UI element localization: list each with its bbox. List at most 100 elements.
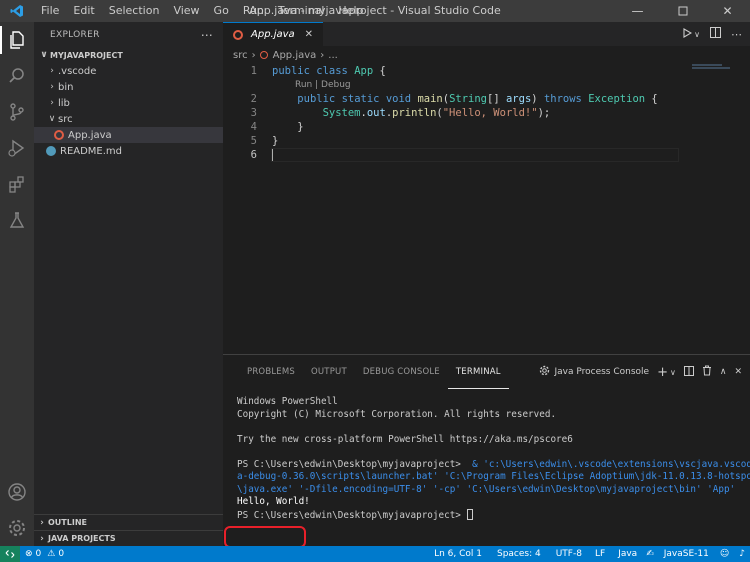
run-dropdown-chevron-icon[interactable]: ∨ — [694, 30, 700, 39]
line-number: 6 — [250, 149, 257, 161]
java-projects-section[interactable]: › JAVA PROJECTS — [34, 530, 223, 546]
tree-item-app-java[interactable]: App.java — [34, 127, 223, 143]
breadcrumb-src[interactable]: src — [233, 50, 248, 61]
close-tab-icon[interactable]: ✕ — [305, 29, 313, 40]
code-line-current: 6 — [223, 148, 750, 162]
menu-file[interactable]: File — [34, 0, 66, 22]
more-actions-icon[interactable]: ⋯ — [201, 28, 213, 42]
terminal-command: & 'c:\Users\edwin\.vscode\extensions\vsc… — [466, 458, 750, 470]
tree-item-label: README.md — [60, 145, 123, 157]
menu-go[interactable]: Go — [207, 0, 236, 22]
terminal-prompt: PS C:\Users\edwin\Desktop\myjavaproject> — [237, 458, 467, 470]
source-control-icon[interactable] — [0, 94, 34, 130]
terminal-output[interactable]: Windows PowerShell Copyright (C) Microso… — [223, 389, 750, 548]
tree-item-vscode[interactable]: › .vscode — [34, 63, 223, 79]
tab-app-java[interactable]: App.java ✕ — [223, 22, 324, 46]
code-text: } — [257, 120, 303, 134]
terminal-dropdown-chevron-icon[interactable]: ∨ — [670, 368, 676, 377]
run-debug-icon[interactable] — [0, 130, 34, 166]
line-number: 2 — [250, 93, 257, 105]
minimize-icon[interactable]: — — [615, 0, 660, 22]
encoding[interactable]: UTF-8 — [551, 549, 590, 559]
menu-view[interactable]: View — [166, 0, 206, 22]
status-bar: ⊗ 0 ⚠ 0 Ln 6, Col 1 Spaces: 4 UTF-8 LF J… — [0, 546, 750, 562]
end-of-line[interactable]: LF — [590, 549, 613, 559]
breadcrumb-file[interactable]: App.java — [273, 50, 317, 61]
code-text: public class App { — [257, 64, 386, 78]
run-play-icon[interactable] — [682, 27, 693, 41]
chevron-right-icon: › — [40, 517, 44, 528]
chevron-right-icon: › — [50, 82, 54, 92]
menu-selection[interactable]: Selection — [102, 0, 167, 22]
terminal-line: \java.exe' '-Dfile.encoding=UTF-8' '-cp'… — [237, 483, 736, 495]
status-bar-right: Ln 6, Col 1 Spaces: 4 UTF-8 LF Java ✍ Ja… — [429, 546, 750, 562]
tab-problems[interactable]: PROBLEMS — [239, 355, 303, 389]
token: ) — [531, 93, 544, 105]
tree-item-readme[interactable]: README.md — [34, 143, 223, 159]
menu-terminal[interactable]: Terminal — [271, 0, 332, 22]
search-icon[interactable] — [0, 58, 34, 94]
maximize-icon[interactable] — [660, 0, 705, 22]
account-icon[interactable] — [0, 474, 34, 510]
split-editor-icon[interactable] — [710, 27, 721, 41]
extensions-icon[interactable] — [0, 166, 34, 202]
minimap[interactable] — [692, 64, 734, 76]
maximize-panel-icon[interactable]: ∧ — [720, 367, 727, 377]
tree-item-label: lib — [58, 97, 70, 109]
project-section-header[interactable]: ∨ MYJAVAPROJECT — [34, 47, 223, 63]
token: "Hello, World!" — [442, 107, 538, 119]
notifications-bell-icon[interactable]: ♪ — [734, 549, 750, 559]
feedback-icon[interactable]: ☺ — [715, 549, 734, 559]
language-mode[interactable]: Java — [613, 549, 641, 559]
kill-terminal-trash-icon[interactable] — [702, 365, 712, 379]
sync-icon[interactable]: ✍ — [641, 549, 659, 559]
editor-tabs: App.java ✕ ∨ ⋯ — [223, 22, 750, 46]
java-version[interactable]: JavaSE-11 — [659, 549, 715, 559]
split-terminal-icon[interactable] — [683, 365, 694, 379]
project-name: MYJAVAPROJECT — [50, 50, 123, 60]
tree-item-lib[interactable]: › lib — [34, 95, 223, 111]
close-panel-icon[interactable]: ✕ — [734, 367, 742, 377]
window-controls: — ✕ — [615, 0, 750, 22]
warning-icon: ⚠ — [47, 549, 56, 559]
menu-help[interactable]: Help — [331, 0, 370, 22]
tab-terminal[interactable]: TERMINAL — [447, 355, 509, 389]
settings-gear-icon[interactable] — [0, 510, 34, 546]
chevron-right-icon: › — [40, 533, 44, 544]
cursor-position[interactable]: Ln 6, Col 1 — [429, 549, 492, 559]
outline-section[interactable]: › OUTLINE — [34, 514, 223, 530]
terminal-name[interactable]: Java Process Console — [554, 367, 649, 377]
tree-item-label: bin — [58, 81, 74, 93]
problems-status[interactable]: ⊗ 0 ⚠ 0 — [20, 549, 69, 559]
token: { — [645, 93, 658, 105]
code-editor[interactable]: 1 public class App { Run | Debug 2 publi… — [223, 64, 750, 162]
tab-debug-console[interactable]: DEBUG CONSOLE — [355, 355, 448, 389]
explorer-icon[interactable] — [0, 22, 34, 58]
menu-run[interactable]: Run — [236, 0, 271, 22]
terminal-gear-icon — [539, 365, 550, 379]
breadcrumb: src › App.java › ... — [223, 46, 750, 64]
remote-indicator-icon[interactable] — [0, 546, 20, 562]
panel-actions: Java Process Console + ∨ ∧ ✕ — [539, 355, 742, 389]
tab-output[interactable]: OUTPUT — [303, 355, 355, 389]
code-line: 2 public static void main(String[] args)… — [223, 92, 750, 106]
minimap-line — [692, 67, 730, 69]
testing-flask-icon[interactable] — [0, 202, 34, 238]
codelens-run-debug[interactable]: Run | Debug — [223, 78, 750, 92]
close-icon[interactable]: ✕ — [705, 0, 750, 22]
title-bar: File Edit Selection View Go Run Terminal… — [0, 0, 750, 22]
error-icon: ⊗ — [25, 549, 33, 559]
breadcrumb-symbol[interactable]: ... — [328, 50, 338, 61]
terminal-line: Copyright (C) Microsoft Corporation. All… — [237, 408, 557, 420]
code-line: 3 System.out.println("Hello, World!"); — [223, 106, 750, 120]
terminal-line: PS C:\Users\edwin\Desktop\myjavaproject> — [237, 508, 736, 522]
indentation[interactable]: Spaces: 4 — [492, 549, 551, 559]
java-file-icon — [233, 29, 243, 40]
tree-item-src[interactable]: ∨ src — [34, 111, 223, 127]
more-actions-icon[interactable]: ⋯ — [731, 28, 742, 41]
menu-bar: File Edit Selection View Go Run Terminal… — [34, 0, 370, 22]
new-terminal-plus-icon[interactable]: + — [657, 365, 668, 380]
tree-item-bin[interactable]: › bin — [34, 79, 223, 95]
terminal-line: PS C:\Users\edwin\Desktop\myjavaproject>… — [237, 458, 750, 472]
menu-edit[interactable]: Edit — [66, 0, 101, 22]
